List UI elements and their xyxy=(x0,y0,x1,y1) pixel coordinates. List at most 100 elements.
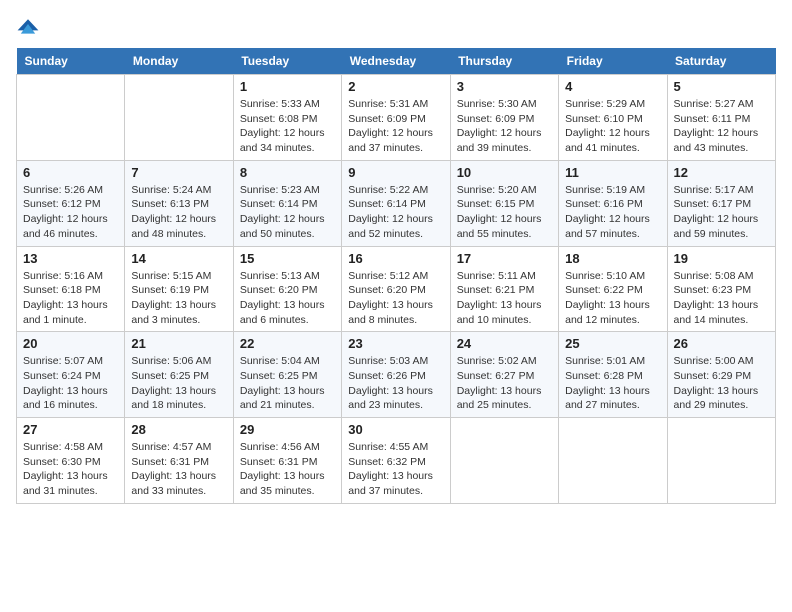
day-cell: 13 Sunrise: 5:16 AM Sunset: 6:18 PM Dayli… xyxy=(17,246,125,332)
day-info: Sunrise: 5:13 AM Sunset: 6:20 PM Dayligh… xyxy=(240,269,335,328)
day-info: Sunrise: 5:07 AM Sunset: 6:24 PM Dayligh… xyxy=(23,354,118,413)
day-cell: 18 Sunrise: 5:10 AM Sunset: 6:22 PM Dayli… xyxy=(559,246,667,332)
day-cell: 3 Sunrise: 5:30 AM Sunset: 6:09 PM Daylig… xyxy=(450,75,558,161)
day-number: 1 xyxy=(240,79,335,94)
day-cell: 25 Sunrise: 5:01 AM Sunset: 6:28 PM Dayli… xyxy=(559,332,667,418)
day-cell: 19 Sunrise: 5:08 AM Sunset: 6:23 PM Dayli… xyxy=(667,246,775,332)
calendar-table: SundayMondayTuesdayWednesdayThursdayFrid… xyxy=(16,48,776,504)
day-number: 6 xyxy=(23,165,118,180)
day-info: Sunrise: 5:20 AM Sunset: 6:15 PM Dayligh… xyxy=(457,183,552,242)
day-cell: 16Sunrise: 5:12 AM Sunset: 6:20 PM Dayli… xyxy=(342,246,450,332)
day-cell: 4 Sunrise: 5:29 AM Sunset: 6:10 PM Daylig… xyxy=(559,75,667,161)
day-info: Sunrise: 5:04 AM Sunset: 6:25 PM Dayligh… xyxy=(240,354,335,413)
day-number: 20 xyxy=(23,336,118,351)
day-cell xyxy=(450,418,558,504)
day-info: Sunrise: 5:29 AM Sunset: 6:10 PM Dayligh… xyxy=(565,97,660,156)
day-info: Sunrise: 5:15 AM Sunset: 6:19 PM Dayligh… xyxy=(131,269,226,328)
day-number: 18 xyxy=(565,251,660,266)
day-cell: 17 Sunrise: 5:11 AM Sunset: 6:21 PM Dayli… xyxy=(450,246,558,332)
day-info: Sunrise: 5:27 AM Sunset: 6:11 PM Dayligh… xyxy=(674,97,769,156)
day-number: 28 xyxy=(131,422,226,437)
day-cell: 9 Sunrise: 5:22 AM Sunset: 6:14 PM Daylig… xyxy=(342,160,450,246)
day-info: Sunrise: 4:57 AM Sunset: 6:31 PM Dayligh… xyxy=(131,440,226,499)
day-cell: 5 Sunrise: 5:27 AM Sunset: 6:11 PM Daylig… xyxy=(667,75,775,161)
day-info: Sunrise: 5:33 AM Sunset: 6:08 PM Dayligh… xyxy=(240,97,335,156)
day-number: 14 xyxy=(131,251,226,266)
column-header-sunday: Sunday xyxy=(17,48,125,75)
day-cell: 21Sunrise: 5:06 AM Sunset: 6:25 PM Dayli… xyxy=(125,332,233,418)
day-number: 25 xyxy=(565,336,660,351)
column-header-tuesday: Tuesday xyxy=(233,48,341,75)
day-info: Sunrise: 4:56 AM Sunset: 6:31 PM Dayligh… xyxy=(240,440,335,499)
day-info: Sunrise: 5:08 AM Sunset: 6:23 PM Dayligh… xyxy=(674,269,769,328)
day-cell: 11 Sunrise: 5:19 AM Sunset: 6:16 PM Dayli… xyxy=(559,160,667,246)
day-info: Sunrise: 5:12 AM Sunset: 6:20 PM Dayligh… xyxy=(348,269,443,328)
day-number: 30 xyxy=(348,422,443,437)
day-number: 9 xyxy=(348,165,443,180)
column-header-friday: Friday xyxy=(559,48,667,75)
day-info: Sunrise: 5:22 AM Sunset: 6:14 PM Dayligh… xyxy=(348,183,443,242)
week-row-3: 13 Sunrise: 5:16 AM Sunset: 6:18 PM Dayli… xyxy=(17,246,776,332)
day-cell: 22 Sunrise: 5:04 AM Sunset: 6:25 PM Dayli… xyxy=(233,332,341,418)
day-number: 27 xyxy=(23,422,118,437)
day-number: 17 xyxy=(457,251,552,266)
day-info: Sunrise: 5:17 AM Sunset: 6:17 PM Dayligh… xyxy=(674,183,769,242)
day-cell xyxy=(559,418,667,504)
day-cell: 8 Sunrise: 5:23 AM Sunset: 6:14 PM Daylig… xyxy=(233,160,341,246)
day-cell: 1 Sunrise: 5:33 AM Sunset: 6:08 PM Daylig… xyxy=(233,75,341,161)
day-number: 15 xyxy=(240,251,335,266)
day-number: 11 xyxy=(565,165,660,180)
day-info: Sunrise: 5:06 AM Sunset: 6:25 PM Dayligh… xyxy=(131,354,226,413)
day-info: Sunrise: 5:01 AM Sunset: 6:28 PM Dayligh… xyxy=(565,354,660,413)
day-cell: 24Sunrise: 5:02 AM Sunset: 6:27 PM Dayli… xyxy=(450,332,558,418)
day-number: 13 xyxy=(23,251,118,266)
day-number: 29 xyxy=(240,422,335,437)
day-info: Sunrise: 5:19 AM Sunset: 6:16 PM Dayligh… xyxy=(565,183,660,242)
week-row-2: 6 Sunrise: 5:26 AM Sunset: 6:12 PM Daylig… xyxy=(17,160,776,246)
day-number: 8 xyxy=(240,165,335,180)
day-number: 5 xyxy=(674,79,769,94)
day-cell xyxy=(17,75,125,161)
day-cell: 2 Sunrise: 5:31 AM Sunset: 6:09 PM Daylig… xyxy=(342,75,450,161)
day-cell: 20 Sunrise: 5:07 AM Sunset: 6:24 PM Dayli… xyxy=(17,332,125,418)
logo-icon xyxy=(16,16,40,40)
day-info: Sunrise: 5:30 AM Sunset: 6:09 PM Dayligh… xyxy=(457,97,552,156)
day-number: 2 xyxy=(348,79,443,94)
day-number: 19 xyxy=(674,251,769,266)
day-info: Sunrise: 4:55 AM Sunset: 6:32 PM Dayligh… xyxy=(348,440,443,499)
day-info: Sunrise: 5:26 AM Sunset: 6:12 PM Dayligh… xyxy=(23,183,118,242)
day-cell: 26Sunrise: 5:00 AM Sunset: 6:29 PM Dayli… xyxy=(667,332,775,418)
day-number: 10 xyxy=(457,165,552,180)
week-row-5: 27Sunrise: 4:58 AM Sunset: 6:30 PM Dayli… xyxy=(17,418,776,504)
page-header xyxy=(16,16,776,40)
day-info: Sunrise: 5:23 AM Sunset: 6:14 PM Dayligh… xyxy=(240,183,335,242)
day-cell: 10 Sunrise: 5:20 AM Sunset: 6:15 PM Dayli… xyxy=(450,160,558,246)
week-row-4: 20 Sunrise: 5:07 AM Sunset: 6:24 PM Dayli… xyxy=(17,332,776,418)
day-cell xyxy=(125,75,233,161)
day-cell: 14 Sunrise: 5:15 AM Sunset: 6:19 PM Dayli… xyxy=(125,246,233,332)
day-info: Sunrise: 5:31 AM Sunset: 6:09 PM Dayligh… xyxy=(348,97,443,156)
day-info: Sunrise: 5:16 AM Sunset: 6:18 PM Dayligh… xyxy=(23,269,118,328)
column-header-thursday: Thursday xyxy=(450,48,558,75)
day-number: 22 xyxy=(240,336,335,351)
day-info: Sunrise: 5:24 AM Sunset: 6:13 PM Dayligh… xyxy=(131,183,226,242)
column-header-wednesday: Wednesday xyxy=(342,48,450,75)
day-cell: 6 Sunrise: 5:26 AM Sunset: 6:12 PM Daylig… xyxy=(17,160,125,246)
week-row-1: 1 Sunrise: 5:33 AM Sunset: 6:08 PM Daylig… xyxy=(17,75,776,161)
day-number: 4 xyxy=(565,79,660,94)
day-number: 12 xyxy=(674,165,769,180)
day-cell: 27Sunrise: 4:58 AM Sunset: 6:30 PM Dayli… xyxy=(17,418,125,504)
day-info: Sunrise: 5:10 AM Sunset: 6:22 PM Dayligh… xyxy=(565,269,660,328)
logo xyxy=(16,16,44,40)
day-number: 3 xyxy=(457,79,552,94)
day-cell: 28 Sunrise: 4:57 AM Sunset: 6:31 PM Dayli… xyxy=(125,418,233,504)
day-info: Sunrise: 5:11 AM Sunset: 6:21 PM Dayligh… xyxy=(457,269,552,328)
column-header-saturday: Saturday xyxy=(667,48,775,75)
day-cell: 23Sunrise: 5:03 AM Sunset: 6:26 PM Dayli… xyxy=(342,332,450,418)
day-cell xyxy=(667,418,775,504)
day-number: 24 xyxy=(457,336,552,351)
day-number: 7 xyxy=(131,165,226,180)
column-header-monday: Monday xyxy=(125,48,233,75)
day-cell: 12 Sunrise: 5:17 AM Sunset: 6:17 PM Dayli… xyxy=(667,160,775,246)
day-info: Sunrise: 5:03 AM Sunset: 6:26 PM Dayligh… xyxy=(348,354,443,413)
